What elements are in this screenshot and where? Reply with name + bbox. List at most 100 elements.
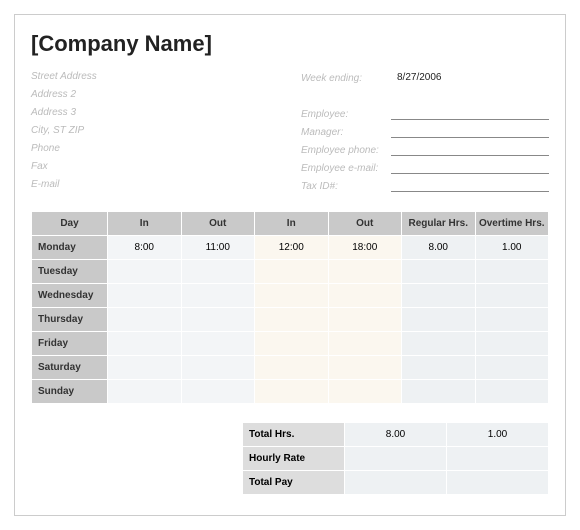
cell: Sunday <box>32 380 108 404</box>
details-column: Week ending:8/27/2006 Employee: Manager: Em… <box>301 71 549 193</box>
detail-field <box>301 89 549 103</box>
cell <box>108 356 182 380</box>
cell <box>181 356 255 380</box>
cell <box>181 284 255 308</box>
cell <box>255 332 329 356</box>
totals-value <box>447 447 549 471</box>
cell: 8.00 <box>402 236 476 260</box>
cell <box>475 380 549 404</box>
field-label: Manager: <box>301 127 391 138</box>
detail-field: Week ending:8/27/2006 <box>301 71 549 85</box>
table-row: Wednesday <box>32 284 549 308</box>
cell <box>328 380 402 404</box>
cell: 11:00 <box>181 236 255 260</box>
address2-label: Address 2 <box>31 89 271 103</box>
detail-field: Manager: <box>301 125 549 139</box>
address3-label: Address 3 <box>31 107 271 121</box>
detail-field: Employee e-mail: <box>301 161 549 175</box>
totals-value <box>447 471 549 495</box>
cell <box>181 332 255 356</box>
column-header: In <box>255 212 329 236</box>
totals-label: Hourly Rate <box>243 447 345 471</box>
city-st-zip-label: City, ST ZIP <box>31 125 271 139</box>
cell <box>181 260 255 284</box>
cell <box>402 356 476 380</box>
cell <box>328 332 402 356</box>
cell <box>108 380 182 404</box>
phone-label: Phone <box>31 143 271 157</box>
totals-value <box>345 471 447 495</box>
cell <box>255 284 329 308</box>
cell <box>402 284 476 308</box>
field-value <box>391 162 549 174</box>
street-address-label: Street Address <box>31 71 271 85</box>
cell <box>402 260 476 284</box>
email-label: E-mail <box>31 179 271 193</box>
cell: 12:00 <box>255 236 329 260</box>
totals-row: Total Hrs.8.001.00 <box>243 423 549 447</box>
totals-label: Total Hrs. <box>243 423 345 447</box>
field-label: Employee: <box>301 109 391 120</box>
cell <box>108 308 182 332</box>
cell <box>475 332 549 356</box>
totals-row: Hourly Rate <box>243 447 549 471</box>
detail-field: Employee phone: <box>301 143 549 157</box>
detail-field: Tax ID#: <box>301 179 549 193</box>
timesheet-table: DayInOutInOutRegular Hrs.Overtime Hrs. M… <box>31 211 549 404</box>
table-row: Monday8:0011:0012:0018:008.001.00 <box>32 236 549 260</box>
cell: 8:00 <box>108 236 182 260</box>
cell: 18:00 <box>328 236 402 260</box>
cell <box>328 308 402 332</box>
column-header: Regular Hrs. <box>402 212 476 236</box>
detail-field: Employee: <box>301 107 549 121</box>
fax-label: Fax <box>31 161 271 175</box>
totals-label: Total Pay <box>243 471 345 495</box>
info-section: Street Address Address 2 Address 3 City,… <box>31 71 549 193</box>
totals-value: 1.00 <box>447 423 549 447</box>
column-header: Day <box>32 212 108 236</box>
cell <box>108 284 182 308</box>
cell <box>475 308 549 332</box>
cell <box>255 260 329 284</box>
cell <box>328 260 402 284</box>
cell: Saturday <box>32 356 108 380</box>
field-label: Employee e-mail: <box>301 163 391 174</box>
field-label: Week ending: <box>301 73 391 84</box>
totals-row: Total Pay <box>243 471 549 495</box>
totals-value: 8.00 <box>345 423 447 447</box>
cell <box>402 380 476 404</box>
field-value <box>391 126 549 138</box>
totals-value <box>345 447 447 471</box>
cell: Wednesday <box>32 284 108 308</box>
table-row: Saturday <box>32 356 549 380</box>
table-row: Tuesday <box>32 260 549 284</box>
cell <box>108 332 182 356</box>
column-header: Out <box>328 212 402 236</box>
cell <box>475 284 549 308</box>
column-header: Overtime Hrs. <box>475 212 549 236</box>
cell <box>108 260 182 284</box>
cell <box>475 356 549 380</box>
cell <box>255 380 329 404</box>
field-value <box>391 108 549 120</box>
cell <box>402 308 476 332</box>
field-value <box>391 180 549 192</box>
field-label: Tax ID#: <box>301 181 391 192</box>
cell: Monday <box>32 236 108 260</box>
cell <box>328 284 402 308</box>
column-header: In <box>108 212 182 236</box>
field-value: 8/27/2006 <box>391 72 549 84</box>
address-column: Street Address Address 2 Address 3 City,… <box>31 71 271 193</box>
cell: Thursday <box>32 308 108 332</box>
cell <box>181 308 255 332</box>
cell <box>255 356 329 380</box>
field-value <box>391 144 549 156</box>
column-header: Out <box>181 212 255 236</box>
cell <box>402 332 476 356</box>
totals-table: Total Hrs.8.001.00Hourly RateTotal Pay <box>242 422 549 495</box>
company-name-title: [Company Name] <box>31 31 549 57</box>
cell: Tuesday <box>32 260 108 284</box>
timesheet-document: [Company Name] Street Address Address 2 … <box>14 14 566 516</box>
table-row: Friday <box>32 332 549 356</box>
cell <box>181 380 255 404</box>
